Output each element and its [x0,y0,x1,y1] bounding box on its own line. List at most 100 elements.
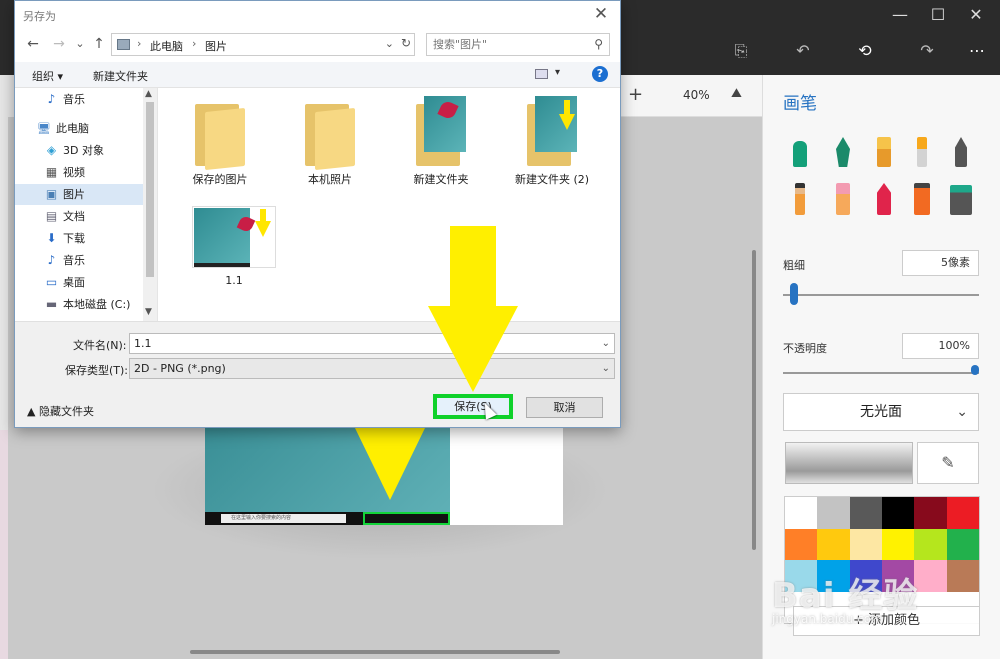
thickness-slider-thumb[interactable] [790,283,798,305]
oil-brush-icon[interactable] [871,131,897,167]
search-icon[interactable]: ⚲ [594,37,603,51]
forward-arrow-icon[interactable]: → [49,34,69,54]
filetype-value: 2D - PNG (*.png) [134,362,226,375]
color-swatch[interactable] [946,528,979,560]
opacity-input[interactable]: 100% [902,333,979,359]
sidebar-item-label: 图片 [63,188,85,201]
fill-bucket-icon[interactable] [948,179,974,215]
view-options-button[interactable]: ▾ [535,67,571,83]
cancel-button[interactable]: 取消 [526,397,603,418]
picture-folder-icon [523,94,583,168]
history-icon[interactable]: ⟲ [850,38,880,64]
color-swatch[interactable] [881,497,915,529]
color-swatch[interactable] [817,497,850,529]
spray-can-icon[interactable] [909,179,935,215]
file-item-folder[interactable]: 本机照片 [275,88,385,188]
scroll-down-icon[interactable]: ▼ [145,307,152,317]
color-swatch[interactable] [914,528,947,560]
new-folder-button[interactable]: 新建文件夹 [93,68,148,84]
sidebar-item-local-disk[interactable]: ▬ 本地磁盘 (C:) [15,294,143,315]
image-icon[interactable]: ⛰ [731,86,742,101]
calligraphy-pen-icon[interactable] [830,131,856,167]
picture-folder-icon [412,94,472,168]
save-button[interactable]: 保存(S) [433,394,513,419]
navigation-pane: ♪ 音乐 🖥 此电脑 ◈ 3D 对象 ▦ 视频 ▣ 图片 ▤ 文档 ⬇ 下载 ♪ [15,88,158,321]
pixel-pen-icon[interactable] [948,131,974,167]
chevron-down-icon[interactable]: ⌄ [602,359,610,378]
marker-brush-icon[interactable] [787,131,813,167]
redo-icon[interactable]: ↷ [912,38,942,64]
canvas-horizontal-scrollbar[interactable] [190,650,560,654]
maximize-button[interactable]: ☐ [918,2,958,28]
crayon-icon[interactable] [871,179,897,215]
minimize-button[interactable]: — [880,2,920,28]
zoom-level[interactable]: 40% [683,88,710,102]
sidebar-item-desktop[interactable]: ▭ 桌面 [15,272,143,293]
file-item-image[interactable] [192,206,276,268]
recent-locations-icon[interactable]: ⌄ [70,34,90,54]
thickness-input[interactable]: 5像素 [902,250,979,276]
scrollbar-thumb[interactable] [146,102,154,277]
sidebar-item-music-quick[interactable]: ♪ 音乐 [15,89,143,110]
color-swatch[interactable] [946,497,979,529]
navigation-scrollbar[interactable]: ▲ ▼ [143,88,157,321]
color-swatch[interactable] [881,528,915,560]
close-window-button[interactable]: ✕ [956,2,996,28]
canvas-vertical-scrollbar[interactable] [752,250,756,550]
breadcrumb-this-pc[interactable]: 此电脑 [150,38,183,54]
thickness-slider-track[interactable] [783,294,979,296]
opacity-slider-thumb[interactable] [971,365,979,375]
eyedropper-button[interactable]: ✎ [917,442,979,484]
close-icon[interactable]: ✕ [590,4,612,24]
color-swatch[interactable] [849,497,882,529]
breadcrumb-pictures[interactable]: 图片 [205,38,227,54]
hide-folders-toggle[interactable]: ▲ 隐藏文件夹 [27,403,94,419]
paste-icon[interactable]: ⎘ [726,38,756,64]
back-arrow-icon[interactable]: ← [23,34,43,54]
chevron-up-icon: ▲ [27,405,39,418]
computer-icon: 🖥 [37,122,51,135]
up-arrow-icon[interactable]: ↑ [89,34,109,54]
eraser-icon[interactable] [830,179,856,215]
zoom-in-icon[interactable]: + [628,84,643,105]
color-swatch[interactable] [785,497,818,529]
folder-icon-front [315,107,355,171]
sidebar-item-videos[interactable]: ▦ 视频 [15,162,143,183]
scroll-up-icon[interactable]: ▲ [145,89,152,99]
dialog-titlebar[interactable]: 另存为 ✕ [15,1,620,30]
filetype-select[interactable]: 2D - PNG (*.png) ⌄ [129,358,615,379]
opacity-slider-track[interactable] [783,372,979,374]
sidebar-item-this-pc[interactable]: 🖥 此电脑 [15,118,143,139]
organize-menu[interactable]: 组织 ▾ [32,68,63,84]
chevron-down-icon[interactable]: ⌄ [602,334,610,353]
sidebar-item-3d-objects[interactable]: ◈ 3D 对象 [15,140,143,161]
file-item-folder[interactable]: 新建文件夹 (2) [497,88,607,188]
sidebar-item-downloads[interactable]: ⬇ 下载 [15,228,143,249]
save-as-dialog: 另存为 ✕ ← → ⌄ ↑ › 此电脑 › 图片 ⌄ ↻ ⚲ 组织 ▾ 新建文件… [14,0,621,428]
search-box[interactable]: ⚲ [426,33,610,56]
color-swatch[interactable] [914,497,947,529]
sidebar-item-documents[interactable]: ▤ 文档 [15,206,143,227]
file-item-folder[interactable]: 新建文件夹 [386,88,496,188]
filename-field[interactable]: 1.1 ⌄ [129,333,615,354]
finish-dropdown[interactable]: 无光面 ⌄ [783,393,979,431]
search-input[interactable] [433,37,583,52]
address-dropdown-icon[interactable]: ⌄ [385,37,394,50]
address-bar[interactable]: › 此电脑 › 图片 ⌄ ↻ [111,33,415,56]
color-preview[interactable] [785,442,913,484]
color-swatch[interactable] [785,528,818,560]
refresh-icon[interactable]: ↻ [401,36,411,50]
undo-icon[interactable]: ↶ [788,38,818,64]
sidebar-item-pictures[interactable]: ▣ 图片 [15,184,143,205]
file-item-folder[interactable]: 保存的图片 [165,88,275,188]
watercolor-brush-icon[interactable] [909,131,935,167]
sidebar-item-music[interactable]: ♪ 音乐 [15,250,143,271]
color-swatch[interactable] [849,528,882,560]
pencil-icon[interactable] [787,179,813,215]
music-icon: ♪ [47,92,56,106]
color-swatch[interactable] [817,528,850,560]
more-options-icon[interactable]: ⋯ [962,38,992,64]
eyedropper-icon: ✎ [941,453,955,472]
view-icon [535,69,548,79]
help-icon[interactable]: ? [592,66,608,82]
